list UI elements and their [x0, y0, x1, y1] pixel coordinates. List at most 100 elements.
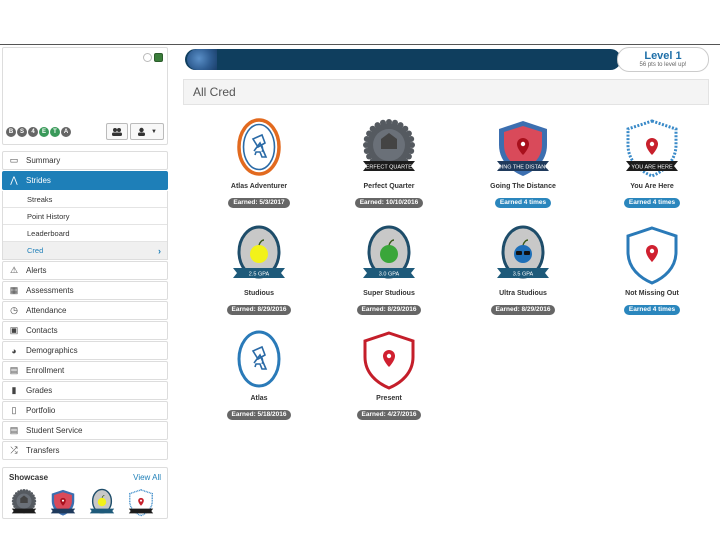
- profile-mini-icons: [143, 53, 163, 62]
- cred-badge-icon: [237, 330, 281, 388]
- cred-badge-card[interactable]: Atlas Earned: 5/18/2016: [199, 329, 319, 421]
- sidebar-item-transfers[interactable]: ⤮ Transfers: [2, 441, 168, 460]
- sidebar-item-label: Transfers: [26, 446, 60, 455]
- sidebar-item-grades[interactable]: ▮ Grades: [2, 381, 168, 400]
- cred-name: You Are Here: [630, 183, 674, 190]
- showcase-panel: Showcase View All: [2, 467, 168, 519]
- warning-icon: ⚠: [9, 265, 19, 275]
- cred-badge-card[interactable]: 2.5 GPA Studious Earned: 8/29/2016: [199, 224, 319, 316]
- cred-name: Present: [376, 395, 402, 402]
- cred-badge-card[interactable]: Not Missing Out Earned 4 times: [592, 224, 712, 316]
- cred-name: Ultra Studious: [499, 290, 547, 297]
- cred-badge-card[interactable]: GOING THE DISTANCE Going The Distance Earn…: [463, 117, 583, 209]
- submenu-label: Leaderboard: [27, 228, 70, 238]
- cred-badge-card[interactable]: 3.5 GPA Ultra Studious Earned: 8/29/2016: [463, 224, 583, 316]
- cred-badge-card[interactable]: Atlas Adventurer Earned: 5/3/2017: [199, 117, 319, 209]
- sidebar-item-label: Enrollment: [26, 366, 65, 375]
- group-button[interactable]: [106, 123, 128, 140]
- main-content: Level 1 56 pts to level up! All Cred Atl…: [183, 47, 709, 420]
- level-label: Level 1: [644, 50, 682, 62]
- profile-card: B S 4 E T A ▼: [2, 47, 168, 145]
- cred-badge-card[interactable]: Present Earned: 4/27/2016: [329, 329, 449, 421]
- submenu-item-point-history[interactable]: Point History: [3, 208, 167, 225]
- submenu-label: Point History: [27, 211, 70, 221]
- notebook-icon: ▮: [11, 385, 17, 395]
- cred-badge-card[interactable]: PERFECT QUARTER Perfect Quarter Earned: 10…: [329, 117, 449, 209]
- tag-badge: S: [17, 127, 27, 137]
- cred-badge-icon: YOU ARE HERE: [626, 119, 678, 178]
- cred-badge-card[interactable]: YOU ARE HERE You Are Here Earned 4 times: [592, 117, 712, 209]
- showcase-badge-icon[interactable]: [124, 488, 158, 518]
- tag-badge: A: [61, 127, 71, 137]
- level-indicator: Level 1 56 pts to level up!: [617, 47, 709, 72]
- page-title: All Cred: [183, 79, 709, 105]
- cred-status-badge: Earned: 5/3/2017: [228, 198, 290, 208]
- top-divider: [0, 44, 720, 45]
- tag-badge: B: [6, 127, 16, 137]
- cred-badge-icon: [363, 331, 415, 390]
- sidebar-item-demographics[interactable]: ◕ Demographics: [2, 341, 168, 360]
- sidebar-item-label: Student Service: [26, 426, 83, 435]
- user-icon: [138, 127, 146, 136]
- chart-icon: ▦: [9, 285, 19, 295]
- cred-status-badge: Earned 4 times: [623, 198, 681, 208]
- profile-tags: B S 4 E T A: [6, 127, 71, 137]
- chevron-right-icon: ›: [158, 245, 161, 256]
- svg-text:3.5 GPA: 3.5 GPA: [513, 272, 534, 278]
- xp-progress-fill: [185, 49, 621, 70]
- cred-status-badge: Earned: 8/29/2016: [226, 305, 292, 315]
- showcase-badge-icon[interactable]: [85, 488, 119, 518]
- sidebar-item-portfolio[interactable]: ▯ Portfolio: [2, 401, 168, 420]
- sidebar-item-student-service[interactable]: ▤ Student Service: [2, 421, 168, 440]
- cred-status-badge: Earned: 8/29/2016: [356, 305, 422, 315]
- sidebar-item-contacts[interactable]: ▣ Contacts: [2, 321, 168, 340]
- svg-text:YOU ARE HERE: YOU ARE HERE: [631, 165, 673, 171]
- contact-icon: ▣: [9, 325, 19, 335]
- book-icon: ▤: [9, 365, 19, 375]
- showcase-badge-icon[interactable]: [46, 488, 80, 518]
- profile-buttons: ▼: [106, 123, 164, 140]
- globe-icon: [187, 49, 217, 70]
- cred-status-badge: Earned: 4/27/2016: [356, 410, 422, 420]
- cred-status-badge: Earned 4 times: [623, 305, 681, 315]
- sidebar: B S 4 E T A ▼ ▭ Summary ⋀ Strides Streak…: [2, 47, 168, 519]
- user-dropdown-button[interactable]: ▼: [130, 123, 164, 140]
- showcase-badge-icon[interactable]: [7, 488, 41, 518]
- submenu-item-cred[interactable]: Cred ›: [3, 242, 167, 259]
- cred-badge-card[interactable]: 3.0 GPA Super Studious Earned: 8/29/2016: [329, 224, 449, 316]
- tag-badge: T: [50, 127, 60, 137]
- file-icon: ▯: [11, 405, 17, 415]
- sidebar-item-label: Demographics: [26, 346, 78, 355]
- sidebar-item-enrollment[interactable]: ▤ Enrollment: [2, 361, 168, 380]
- showcase-badges: [7, 488, 158, 518]
- status-icon: [154, 53, 163, 62]
- sidebar-item-label: Attendance: [26, 306, 67, 315]
- sidebar-item-alerts[interactable]: ⚠ Alerts: [2, 261, 168, 280]
- svg-text:2.5 GPA: 2.5 GPA: [249, 272, 270, 278]
- cred-name: Super Studious: [363, 290, 415, 297]
- cred-status-badge: Earned: 8/29/2016: [490, 305, 556, 315]
- sidebar-item-strides[interactable]: ⋀ Strides: [2, 171, 168, 190]
- settings-icon[interactable]: [143, 53, 152, 62]
- svg-text:GOING THE DISTANCE: GOING THE DISTANCE: [493, 165, 553, 171]
- strides-icon: ⋀: [10, 175, 18, 185]
- group-icon: [112, 128, 122, 136]
- sidebar-item-summary[interactable]: ▭ Summary: [2, 151, 168, 170]
- sidebar-item-attendance[interactable]: ◷ Attendance: [2, 301, 168, 320]
- chevron-down-icon: ▼: [151, 128, 157, 135]
- sidebar-item-assessments[interactable]: ▦ Assessments: [2, 281, 168, 300]
- cred-status-badge: Earned: 10/10/2016: [354, 198, 424, 208]
- sidebar-nav-bottom: ⚠ Alerts ▦ Assessments ◷ Attendance ▣ Contacts ◕…: [2, 261, 168, 460]
- sidebar-item-label: Contacts: [26, 326, 58, 335]
- cred-badge-icon: PERFECT QUARTER: [362, 119, 416, 171]
- submenu-item-leaderboard[interactable]: Leaderboard: [3, 225, 167, 242]
- view-all-link[interactable]: View All: [133, 473, 161, 482]
- strides-submenu: Streaks Point History Leaderboard Cred ›: [2, 191, 168, 260]
- cred-status-badge: Earned: 5/18/2016: [226, 410, 292, 420]
- tag-badge: E: [39, 127, 49, 137]
- submenu-label: Streaks: [27, 194, 53, 204]
- submenu-item-streaks[interactable]: Streaks: [3, 191, 167, 208]
- xp-progress-bar: Level 1 56 pts to level up!: [183, 47, 709, 72]
- sidebar-item-label: Alerts: [26, 266, 47, 275]
- showcase-title: Showcase: [9, 473, 49, 482]
